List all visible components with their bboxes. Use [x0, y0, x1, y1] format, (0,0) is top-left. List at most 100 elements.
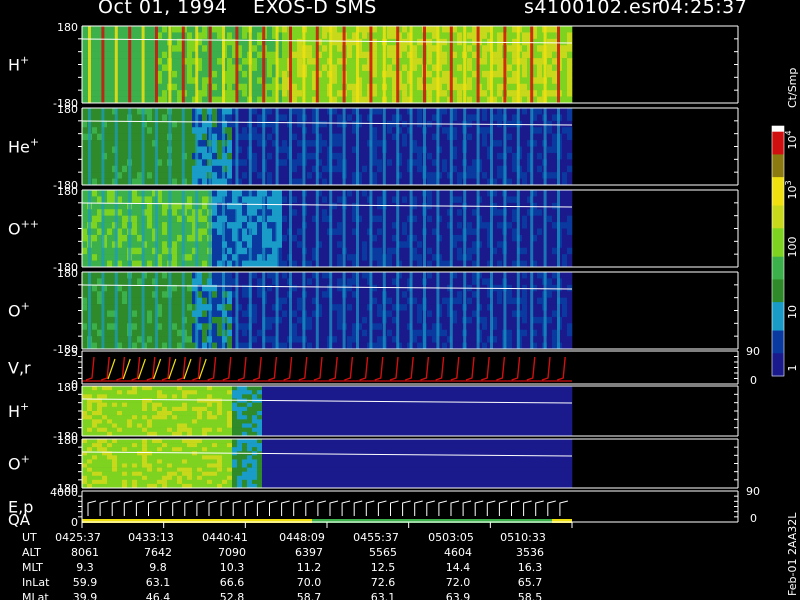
heat-cell — [512, 77, 518, 85]
heat-cell — [227, 96, 233, 104]
heat-cell — [82, 278, 88, 286]
heat-cell — [187, 133, 193, 141]
heat-cell — [257, 172, 263, 179]
heat-cell — [92, 310, 98, 318]
heat-cell — [362, 291, 368, 298]
heat-cell — [172, 77, 178, 85]
heat-cell — [257, 260, 263, 268]
heat-cell — [267, 297, 273, 305]
heat-cell — [347, 278, 353, 286]
heat-cell — [387, 96, 393, 104]
heat-cell — [202, 51, 208, 59]
heat-cell — [372, 202, 378, 210]
heat-cell — [107, 272, 113, 279]
heat-cell — [162, 304, 168, 311]
heat-cell — [307, 26, 313, 33]
pitch-stripe — [503, 190, 507, 267]
heat-cell — [507, 247, 513, 255]
heat-cell — [322, 32, 328, 40]
heat-cell — [177, 336, 183, 343]
heat-cell — [442, 260, 448, 268]
heat-cell — [387, 234, 393, 242]
heat-cell — [562, 58, 568, 65]
heat-cell — [212, 133, 218, 141]
heat-cell — [282, 260, 288, 268]
heat-cell — [427, 228, 433, 236]
heat-cell — [137, 178, 143, 186]
heat-cell — [332, 241, 338, 249]
heat-cell — [377, 51, 383, 59]
heat-cell — [522, 83, 528, 91]
heat-cell — [552, 241, 558, 249]
heat-cell — [122, 196, 128, 204]
heat-cell — [562, 209, 568, 216]
heat-cell — [187, 58, 193, 65]
heat-cell — [107, 96, 113, 104]
heat-cell — [92, 159, 98, 167]
heat-cell — [482, 165, 488, 173]
heat-cell — [122, 32, 128, 40]
heat-cell — [82, 38, 88, 46]
heat-cell — [202, 32, 208, 40]
heat-cell — [347, 247, 353, 255]
pitch-stripe — [530, 190, 534, 267]
pitch-stripe — [329, 272, 333, 349]
heat-cell — [322, 254, 328, 261]
heat-cell — [162, 58, 168, 65]
heat-cell — [297, 247, 303, 255]
heat-cell — [217, 108, 223, 115]
heat-cell — [427, 222, 433, 229]
heat-cell — [242, 234, 248, 242]
heat-cell — [82, 247, 88, 255]
heat-cell — [307, 304, 313, 311]
heat-cell — [202, 323, 208, 331]
heat-cell — [442, 90, 448, 97]
heat-cell — [267, 32, 273, 40]
heat-cell — [417, 146, 423, 154]
heat-cell — [292, 58, 298, 65]
heat-cell — [297, 202, 303, 210]
heat-cell — [147, 190, 153, 197]
heat-cell — [362, 284, 368, 292]
heat-cell — [442, 133, 448, 141]
heat-cell — [307, 241, 313, 249]
heat-cell — [102, 415, 108, 420]
heat-cell — [137, 234, 143, 242]
heat-cell — [162, 26, 168, 33]
heat-cell — [202, 196, 208, 204]
heat-cell — [522, 260, 528, 268]
heat-cell — [347, 297, 353, 305]
heat-cell — [387, 70, 393, 78]
heat-cell — [562, 140, 568, 147]
heat-cell — [92, 58, 98, 65]
heat-cell — [177, 297, 183, 305]
heat-cell — [547, 127, 553, 134]
heat-cell — [337, 96, 343, 104]
heat-cell — [187, 323, 193, 331]
heat-cell — [122, 260, 128, 268]
heat-cell — [242, 32, 248, 40]
heat-cell — [292, 152, 298, 160]
heat-cell — [472, 32, 478, 40]
heat-cell — [417, 329, 423, 337]
heat-cell — [202, 190, 208, 197]
heat-cell — [337, 120, 343, 128]
heat-cell — [347, 196, 353, 204]
heat-cell — [567, 329, 573, 337]
heat-cell — [552, 108, 558, 115]
heat-cell — [132, 146, 138, 154]
heat-cell — [132, 159, 138, 167]
heat-cell — [122, 190, 128, 197]
heat-cell — [107, 178, 113, 186]
heat-cell — [427, 336, 433, 343]
heat-cell — [177, 260, 183, 268]
heat-cell — [387, 190, 393, 197]
pitch-stripe — [423, 190, 426, 267]
heat-cell — [162, 342, 168, 350]
heat-cell — [242, 114, 248, 122]
heat-cell — [107, 51, 113, 59]
heat-cell — [377, 316, 383, 324]
heat-cell — [337, 38, 343, 46]
heat-cell — [442, 26, 448, 33]
heat-cell — [387, 152, 393, 160]
